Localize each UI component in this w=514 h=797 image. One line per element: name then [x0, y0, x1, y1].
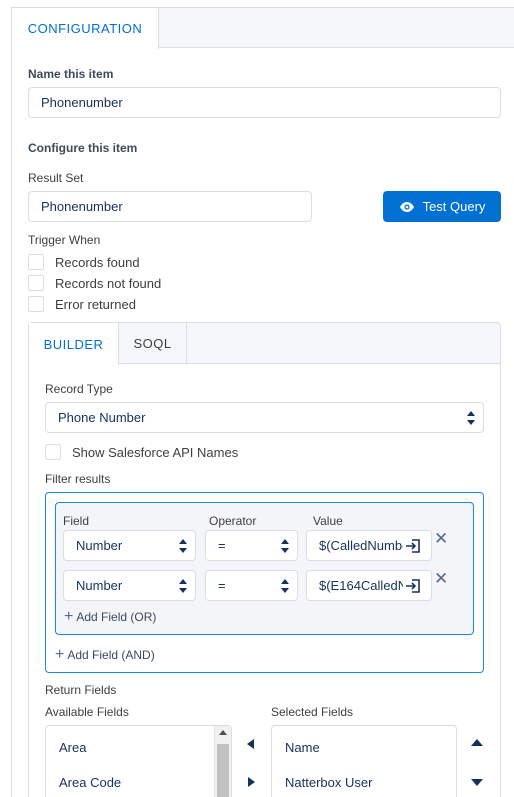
move-down-icon[interactable]	[471, 779, 483, 786]
return-fields-label: Return Fields	[45, 683, 117, 697]
scrollbar[interactable]	[214, 726, 231, 797]
list-item[interactable]: Area Code	[59, 775, 121, 790]
top-tab-bar: CONFIGURATION	[12, 8, 514, 49]
move-up-icon[interactable]	[471, 739, 483, 746]
filter-field-select[interactable]: Number	[63, 570, 196, 601]
record-type-value: Phone Number	[58, 410, 146, 425]
eye-icon	[399, 201, 414, 212]
result-set-label: Result Set	[28, 171, 84, 185]
trigger-error-returned[interactable]: Error returned	[28, 296, 136, 312]
filter-operator-value: =	[218, 538, 226, 553]
add-field-and-label: Add Field (AND)	[67, 648, 155, 662]
checkbox[interactable]	[28, 254, 44, 270]
available-fields-label: Available Fields	[45, 705, 129, 719]
filter-field-value: Number	[76, 578, 123, 593]
checkbox[interactable]	[28, 296, 44, 312]
tab-configuration[interactable]: CONFIGURATION	[12, 8, 159, 49]
checkbox-label: Records found	[55, 254, 140, 270]
available-fields-list[interactable]: Area Area Code	[45, 725, 232, 797]
selected-fields-list[interactable]: Name Natterbox User	[271, 725, 457, 797]
plus-icon: +	[55, 646, 65, 663]
filter-operator-select[interactable]: =	[205, 530, 298, 561]
move-right-icon[interactable]	[248, 777, 255, 787]
trigger-records-not-found[interactable]: Records not found	[28, 275, 161, 291]
add-field-and-button[interactable]: + Add Field (AND)	[55, 647, 155, 663]
remove-filter-icon[interactable]: ✕	[434, 530, 448, 547]
insert-variable-icon[interactable]	[405, 578, 421, 594]
filter-value-text: $(E164CalledNumber)	[319, 578, 403, 593]
filter-value-text: $(CalledNumber)	[319, 538, 403, 553]
filter-value-input[interactable]: $(E164CalledNumber)	[306, 570, 432, 601]
add-field-or-label: Add Field (OR)	[76, 610, 157, 624]
builder-tab-bar: BUILDER SOQL	[29, 323, 500, 365]
tab-builder[interactable]: BUILDER	[29, 323, 119, 365]
remove-filter-icon[interactable]: ✕	[434, 570, 448, 587]
configure-heading: Configure this item	[28, 141, 138, 155]
list-item[interactable]: Area	[59, 740, 86, 755]
select-arrows-icon	[281, 579, 289, 593]
filter-operator-value: =	[218, 578, 226, 593]
record-type-select[interactable]: Phone Number	[45, 402, 484, 433]
add-field-or-button[interactable]: + Add Field (OR)	[64, 609, 156, 625]
result-set-input[interactable]: Phonenumber	[28, 191, 312, 222]
select-arrows-icon	[179, 579, 187, 593]
checkbox[interactable]	[28, 275, 44, 291]
test-query-button[interactable]: Test Query	[383, 191, 501, 222]
plus-icon: +	[64, 608, 74, 625]
test-query-label: Test Query	[422, 199, 486, 214]
scroll-up-icon[interactable]	[219, 730, 227, 735]
filter-value-input[interactable]: $(CalledNumber)	[306, 530, 432, 561]
select-arrows-icon	[179, 539, 187, 553]
scroll-thumb[interactable]	[217, 744, 229, 797]
checkbox-label: Records not found	[55, 275, 162, 291]
select-arrows-icon	[281, 539, 289, 553]
filter-operator-select[interactable]: =	[205, 570, 298, 601]
col-operator-label: Operator	[209, 514, 257, 528]
selected-fields-label: Selected Fields	[271, 705, 354, 719]
filter-field-select[interactable]: Number	[63, 530, 196, 561]
trigger-records-found[interactable]: Records found	[28, 254, 140, 270]
trigger-when-label: Trigger When	[28, 233, 101, 247]
tab-soql[interactable]: SOQL	[119, 323, 187, 364]
checkbox-label: Error returned	[55, 296, 136, 312]
filter-results-label: Filter results	[45, 472, 111, 486]
checkbox[interactable]	[45, 444, 61, 460]
list-item[interactable]: Natterbox User	[285, 775, 372, 790]
col-value-label: Value	[313, 514, 343, 528]
col-field-label: Field	[63, 514, 90, 528]
insert-variable-icon[interactable]	[405, 538, 421, 554]
show-api-names-toggle[interactable]: Show Salesforce API Names	[45, 444, 238, 460]
select-arrows-icon	[467, 411, 475, 425]
record-type-label: Record Type	[45, 382, 113, 396]
name-item-input[interactable]: Phonenumber	[28, 87, 501, 118]
list-item[interactable]: Name	[285, 740, 320, 755]
checkbox-label: Show Salesforce API Names	[72, 444, 239, 460]
name-item-label: Name this item	[28, 67, 114, 81]
move-left-icon[interactable]	[247, 739, 254, 749]
filter-field-value: Number	[76, 538, 123, 553]
